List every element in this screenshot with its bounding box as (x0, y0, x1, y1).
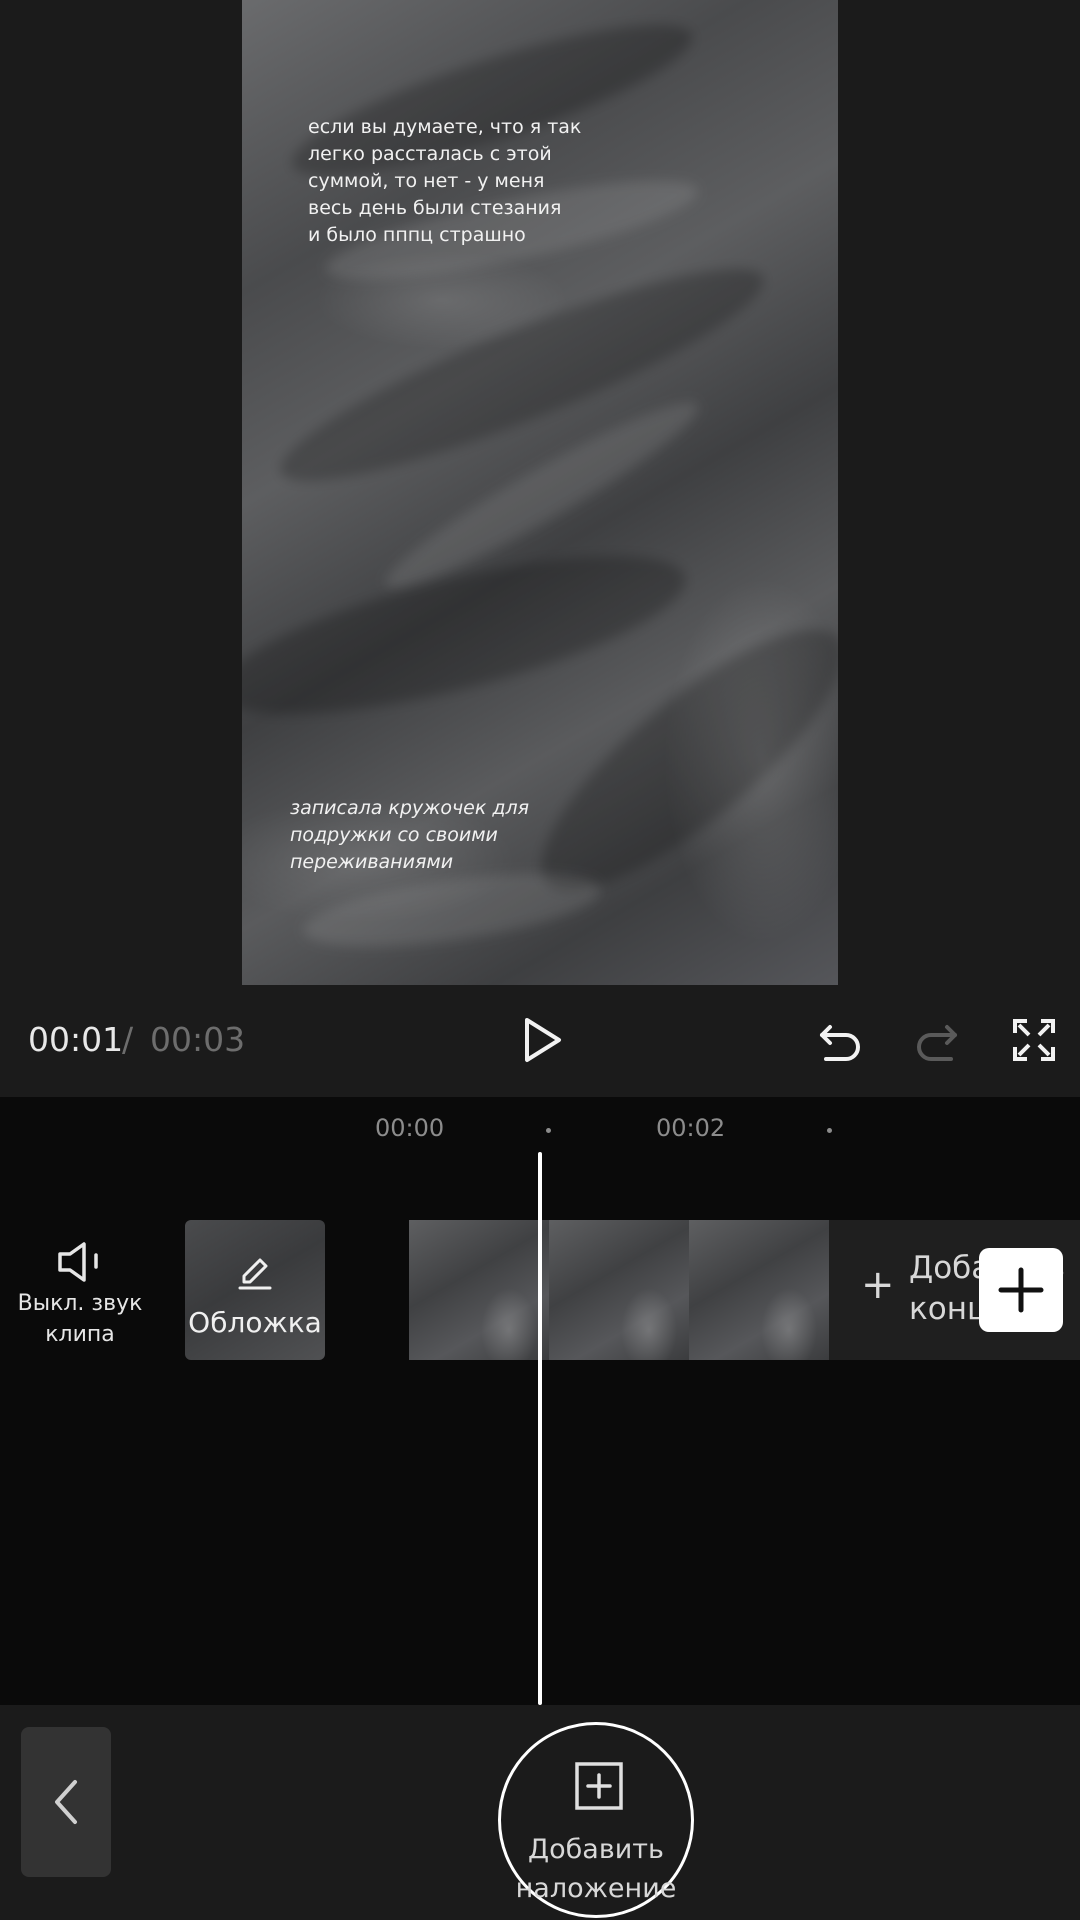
undo-button[interactable] (815, 1016, 865, 1066)
current-time: 00:01 (28, 1020, 124, 1059)
redo-icon (917, 1025, 957, 1061)
play-icon (525, 1018, 561, 1062)
add-clip-button[interactable] (979, 1248, 1063, 1332)
undo-icon (820, 1025, 860, 1061)
mute-clip-label: Выкл. звук клипа (17, 1291, 143, 1347)
overlay-text-top[interactable]: если вы думаете, что я так легко расстал… (308, 114, 648, 249)
chevron-left-icon (55, 1780, 77, 1824)
plus-icon: + (861, 1262, 895, 1308)
total-time: 00:03 (150, 1020, 246, 1059)
video-preview[interactable]: если вы думаете, что я так легко расстал… (242, 0, 838, 985)
time-separator: / (122, 1020, 134, 1059)
fullscreen-icon (1013, 1019, 1055, 1061)
add-overlay-icon (575, 1762, 623, 1810)
add-overlay-button[interactable]: Добавить наложение (498, 1722, 694, 1918)
cover-label: Обложка (188, 1306, 322, 1339)
clip-thumbnail (549, 1220, 689, 1360)
ruler-tick (827, 1128, 832, 1133)
overlay-text-bottom[interactable]: записала кружочек для подружки со своими… (290, 795, 590, 876)
play-button[interactable] (518, 1012, 566, 1068)
preview-area: если вы думаете, что я так легко расстал… (0, 0, 1080, 1097)
redo-button[interactable] (912, 1016, 962, 1066)
back-button[interactable] (21, 1727, 111, 1877)
fullscreen-button[interactable] (1010, 1016, 1058, 1064)
video-clip[interactable] (409, 1220, 829, 1360)
ruler-label: 00:00 (375, 1114, 445, 1142)
speaker-mute-icon (58, 1242, 98, 1282)
clip-thumbnail (689, 1220, 829, 1360)
pencil-icon (238, 1258, 272, 1290)
clip-thumbnail (409, 1220, 549, 1360)
cover-button[interactable]: Обложка (185, 1220, 325, 1360)
mute-clip-button[interactable]: Выкл. звук клипа (10, 1240, 150, 1350)
add-overlay-label: Добавить наложение (515, 1834, 677, 1904)
ruler-label: 00:02 (656, 1114, 726, 1142)
ruler-tick (546, 1128, 551, 1133)
playhead[interactable] (538, 1152, 542, 1705)
plus-icon (998, 1267, 1044, 1313)
